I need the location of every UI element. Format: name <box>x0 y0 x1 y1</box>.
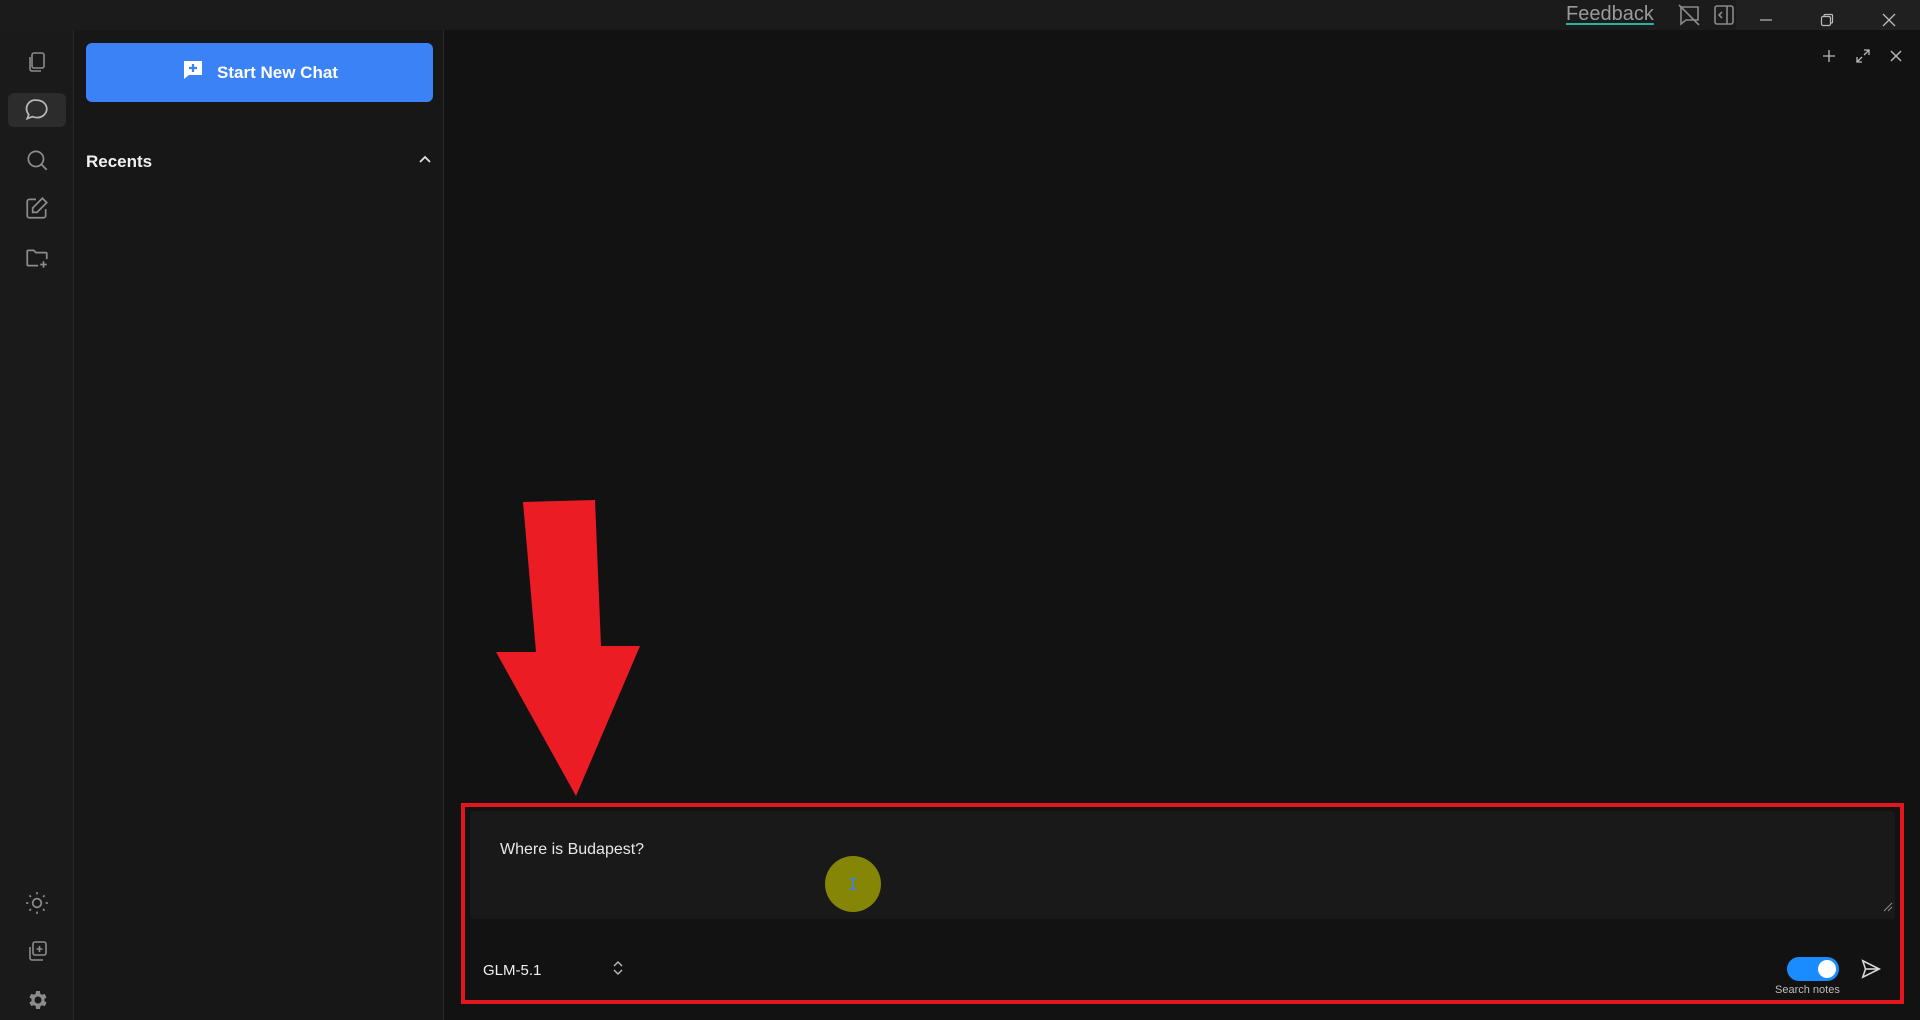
files-icon[interactable] <box>8 45 66 79</box>
theme-icon[interactable] <box>8 886 66 920</box>
chat-icon[interactable] <box>8 93 66 127</box>
comment-off-icon[interactable] <box>1676 2 1702 28</box>
edit-icon[interactable] <box>8 191 66 225</box>
text-cursor-glyph: I <box>848 874 858 894</box>
chevron-updown-icon[interactable] <box>611 959 625 982</box>
icon-rail <box>0 30 74 1020</box>
plus-icon[interactable] <box>1817 44 1841 68</box>
add-copy-icon[interactable] <box>8 934 66 968</box>
annotation-arrow <box>496 500 640 796</box>
recents-label: Recents <box>86 152 153 171</box>
expand-icon[interactable] <box>1851 44 1875 68</box>
chat-sidebar: Start New Chat Recents <box>74 30 444 1020</box>
send-icon[interactable] <box>1857 955 1885 983</box>
chat-composer: Where is Budapest? I GLM-5.1 Search note… <box>461 803 1904 1004</box>
search-icon[interactable] <box>8 143 66 177</box>
new-folder-icon[interactable] <box>8 241 66 275</box>
recents-header[interactable]: Recents <box>86 150 433 174</box>
close-icon[interactable] <box>1884 44 1908 68</box>
start-new-chat-button[interactable]: Start New Chat <box>86 43 433 102</box>
resize-handle-icon[interactable] <box>1883 899 1893 917</box>
start-new-chat-label: Start New Chat <box>217 62 338 82</box>
title-bar: Feedback <box>0 0 1920 40</box>
message-input-value: Where is Budapest? <box>500 841 645 858</box>
message-input[interactable]: Where is Budapest? I <box>470 811 1895 919</box>
search-notes-toggle[interactable] <box>1787 957 1839 981</box>
sidebar-toggle-icon[interactable] <box>1711 2 1737 28</box>
feedback-link[interactable]: Feedback <box>1566 3 1654 26</box>
settings-icon[interactable] <box>8 983 66 1017</box>
model-selector[interactable]: GLM-5.1 <box>483 962 541 979</box>
mouse-cursor-highlight: I <box>825 856 881 912</box>
chat-plus-icon <box>181 58 205 87</box>
search-notes-label: Search notes <box>1775 984 1840 996</box>
chevron-up-icon[interactable] <box>417 152 433 173</box>
